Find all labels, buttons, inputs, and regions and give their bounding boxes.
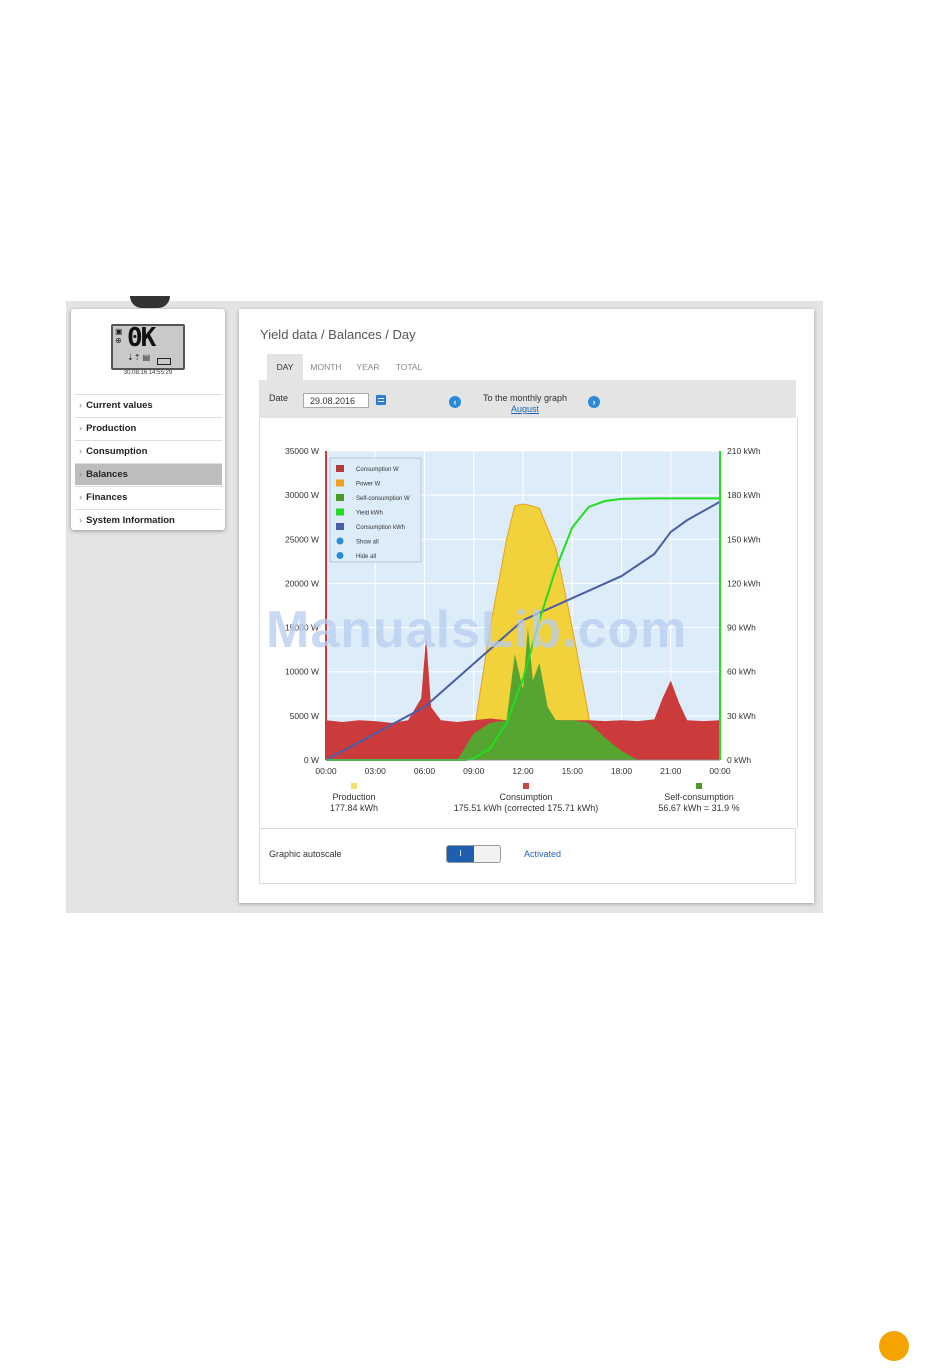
watermark: ManualsLib.com (266, 601, 688, 659)
sidebar-menu: › Current values › Production › Consumption… (75, 394, 222, 532)
sidebar-item-consumption[interactable]: › Consumption (75, 440, 222, 462)
summary-swatch (523, 783, 529, 789)
toggle-on-indicator: I (447, 846, 474, 862)
x-tick-label: 18:00 (611, 766, 633, 776)
summary-value: 177.84 kWh (330, 803, 378, 813)
summary-value: 56.67 kWh = 31.9 % (658, 803, 739, 813)
display-timestamp: 30.08.16 14:55:29 (123, 370, 173, 376)
display-main-text: 0K (127, 323, 156, 353)
inverter-display: ▣ ⊕ 0K ⇣⇡ ▤ (111, 323, 185, 370)
autoscale-state: Activated (524, 849, 562, 859)
y-right-tick-label: 150 kWh (727, 534, 761, 544)
x-tick-label: 00:00 (709, 766, 731, 776)
calendar-icon[interactable] (376, 395, 386, 405)
legend-label: Consumption W (356, 467, 399, 473)
summary-swatch (351, 783, 357, 789)
x-tick-label: 09:00 (463, 766, 485, 776)
page-marker (879, 1331, 909, 1361)
y-left-tick-label: 35000 W (285, 446, 319, 456)
next-day-button[interactable]: › (588, 396, 600, 408)
date-label: Date (269, 393, 289, 403)
y-left-tick-label: 10000 W (285, 667, 319, 677)
legend-swatch (336, 508, 344, 516)
chevron-right-icon: › (79, 446, 83, 457)
chevron-right-icon: › (592, 397, 596, 407)
summary-label: Consumption (499, 792, 552, 802)
x-tick-label: 12:00 (512, 766, 534, 776)
date-input[interactable]: 29.08.2016 (303, 393, 369, 408)
y-right-tick-label: 30 kWh (727, 711, 756, 721)
x-tick-label: 03:00 (365, 766, 387, 776)
chevron-left-icon: ‹ (453, 397, 457, 407)
previous-day-button[interactable]: ‹ (449, 396, 461, 408)
tab-year[interactable]: YEAR (351, 354, 385, 380)
summary-label: Production (332, 792, 375, 802)
y-left-tick-label: 30000 W (285, 490, 319, 500)
chevron-right-icon: › (79, 400, 83, 411)
chevron-right-icon: › (79, 469, 83, 480)
chevron-right-icon: › (79, 515, 83, 526)
legend-swatch (336, 523, 344, 530)
eye-off-icon (336, 552, 344, 559)
tab-total[interactable]: TOTAL (389, 354, 429, 380)
sidebar-item-label: System Information (86, 515, 175, 526)
x-tick-label: 15:00 (562, 766, 584, 776)
y-left-tick-label: 0 W (304, 755, 319, 765)
y-left-tick-label: 20000 W (285, 578, 319, 588)
tab-month[interactable]: MONTH (305, 354, 347, 380)
legend-label: Power W (356, 482, 381, 488)
y-right-tick-label: 0 kWh (727, 755, 751, 765)
x-tick-label: 21:00 (660, 766, 682, 776)
legend-label: Hide all (356, 554, 376, 560)
eye-icon (336, 537, 344, 545)
y-left-tick-label: 5000 W (290, 711, 319, 721)
monthly-graph-nav: To the monthly graph August (470, 393, 580, 414)
legend-label: Yield kWh (356, 511, 383, 517)
y-right-tick-label: 90 kWh (727, 623, 756, 633)
chevron-right-icon: › (79, 492, 83, 503)
autoscale-toggle[interactable]: I (446, 845, 501, 863)
legend-swatch (336, 479, 344, 487)
sidebar-item-system-information[interactable]: › System Information (75, 509, 222, 531)
x-tick-label: 00:00 (315, 766, 337, 776)
legend-swatch (336, 494, 344, 501)
chevron-right-icon: › (79, 423, 83, 434)
frame-decoration (130, 296, 170, 308)
legend-label: Consumption kWh (356, 525, 405, 531)
battery-icon (157, 358, 171, 365)
sidebar-item-label: Current values (86, 400, 153, 411)
summary-label: Self-consumption (664, 792, 734, 802)
tab-day[interactable]: DAY (267, 354, 303, 380)
monthly-graph-link[interactable]: August (470, 404, 580, 414)
display-flow-icon: ⇣⇡ ▤ (127, 353, 151, 362)
sidebar-item-current-values[interactable]: › Current values (75, 394, 222, 416)
y-right-tick-label: 120 kWh (727, 578, 761, 588)
display-status-icons: ▣ ⊕ (115, 327, 123, 345)
summary-value: 175.51 kWh (corrected 175.71 kWh) (454, 803, 599, 813)
sidebar-item-label: Consumption (86, 446, 148, 457)
sidebar-item-balances[interactable]: › Balances (75, 463, 222, 485)
legend-label: Self-consumption W (356, 496, 410, 502)
y-right-tick-label: 210 kWh (727, 446, 761, 456)
sidebar-item-label: Production (86, 423, 137, 434)
x-tick-label: 06:00 (414, 766, 436, 776)
breadcrumb: Yield data / Balances / Day (260, 327, 416, 342)
legend-swatch (336, 465, 344, 472)
sidebar-item-production[interactable]: › Production (75, 417, 222, 439)
y-right-tick-label: 180 kWh (727, 490, 761, 500)
sidebar-item-finances[interactable]: › Finances (75, 486, 222, 508)
autoscale-label: Graphic autoscale (269, 849, 342, 859)
y-left-tick-label: 25000 W (285, 534, 319, 544)
y-right-tick-label: 60 kWh (727, 667, 756, 677)
legend-label: Show all (356, 540, 379, 546)
monthly-graph-label: To the monthly graph (482, 393, 568, 403)
sidebar-item-label: Balances (86, 469, 128, 480)
summary-swatch (696, 783, 702, 789)
sidebar-item-label: Finances (86, 492, 128, 503)
